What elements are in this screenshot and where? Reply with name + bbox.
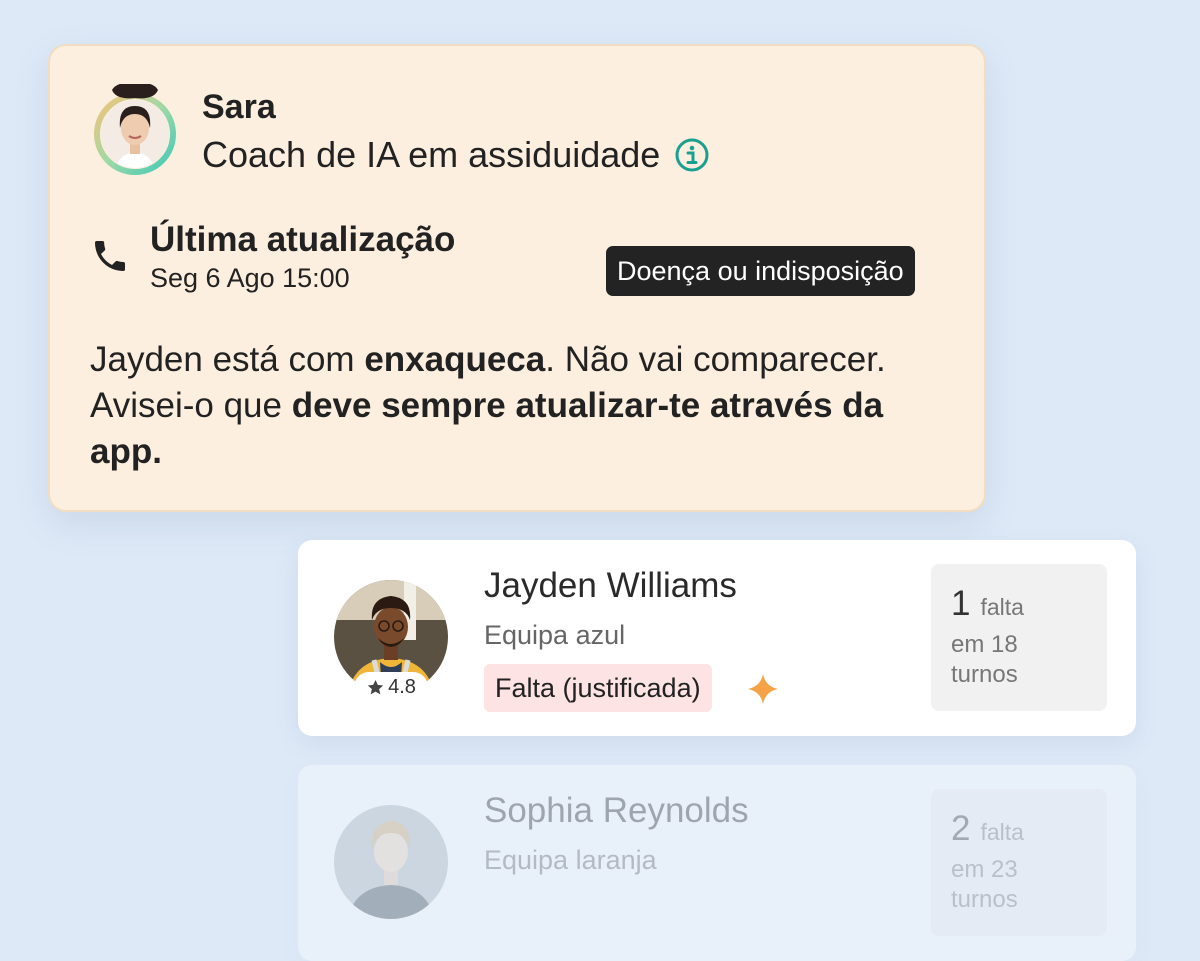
rating-value: 4.8 [388, 675, 416, 698]
absence-stats: 2 falta em 23 turnos [931, 789, 1107, 936]
absence-reason-badge: Doença ou indisposição [606, 246, 915, 296]
message-highlight: enxaqueca [364, 340, 546, 379]
absence-count-row: 1 falta [951, 584, 1087, 624]
absence-unit: falta [980, 594, 1024, 620]
coach-message: Jayden está com enxaqueca. Não vai compa… [90, 337, 910, 475]
worker-card[interactable]: 4.8 Jayden Williams Equipa azul Falta (j… [298, 540, 1136, 736]
absence-stats: 1 falta em 18 turnos [931, 564, 1107, 711]
coach-avatar [94, 84, 176, 175]
coach-name: Sara [202, 88, 276, 126]
worker-avatar [334, 805, 448, 919]
absence-count: 2 [951, 809, 971, 848]
ai-coach-card: Sara Coach de IA em assiduidade Última a… [48, 44, 986, 512]
worker-name: Sophia Reynolds [484, 791, 749, 830]
worker-card[interactable]: Sophia Reynolds Equipa laranja 2 falta e… [298, 765, 1136, 961]
absence-context: em 23 turnos [951, 856, 1018, 913]
sparkle-icon [748, 674, 778, 704]
star-icon [367, 679, 384, 694]
worker-team: Equipa azul [484, 620, 626, 650]
message-text: Jayden está com [90, 340, 365, 379]
phone-icon [95, 241, 125, 271]
attendance-status-badge: Falta (justificada) [484, 664, 712, 712]
absence-count: 1 [951, 584, 971, 623]
info-icon[interactable] [674, 137, 710, 173]
absence-context: em 18 turnos [951, 631, 1018, 688]
worker-name: Jayden Williams [484, 566, 737, 605]
absence-unit: falta [980, 819, 1024, 845]
last-update-title: Última atualização [150, 220, 456, 259]
coach-role: Coach de IA em assiduidade [202, 134, 661, 175]
worker-team: Equipa laranja [484, 845, 657, 875]
coach-role-row: Coach de IA em assiduidade [202, 134, 710, 176]
last-update-time: Seg 6 Ago 15:00 [150, 263, 350, 293]
rating-badge: 4.8 [354, 672, 428, 702]
absence-count-row: 2 falta [951, 809, 1087, 849]
